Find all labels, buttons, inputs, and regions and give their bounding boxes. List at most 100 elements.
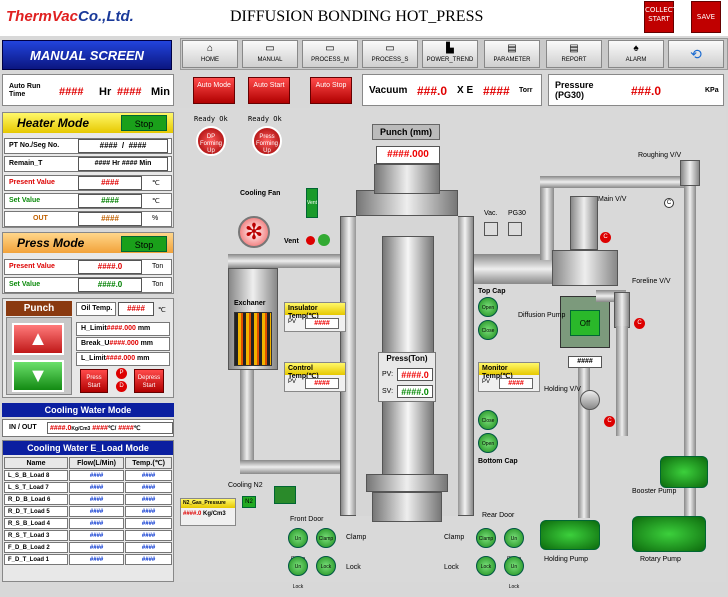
rotary-pump[interactable] bbox=[632, 516, 706, 552]
cooling-n2-label: Cooling N2 bbox=[228, 482, 263, 489]
auto-mode-button[interactable]: Auto Mode bbox=[193, 77, 235, 104]
punch-up-button[interactable]: ▲ bbox=[12, 323, 64, 355]
bottom-cap-open-button[interactable]: Open bbox=[478, 433, 498, 453]
front-unlock-button[interactable]: Un Lock bbox=[288, 556, 308, 590]
vac-gauge bbox=[484, 222, 498, 236]
pv-label: PV: bbox=[382, 371, 394, 378]
front-clamp-button[interactable]: Clamp bbox=[316, 528, 336, 548]
press-start-button[interactable]: Press Start bbox=[80, 369, 108, 393]
top-cap-close-button[interactable]: Close bbox=[478, 320, 498, 340]
punch-rod bbox=[374, 164, 440, 194]
load-name: R_S_B_Load 4 bbox=[4, 518, 68, 529]
table-row: L_S_T_Load 7 #### #### bbox=[4, 482, 172, 493]
pressure-value: ###.0 bbox=[631, 84, 662, 98]
main-vv-status: C bbox=[600, 232, 611, 243]
remain-label: Remain_T bbox=[9, 160, 43, 167]
load-flow-value: #### bbox=[68, 530, 125, 541]
home-icon: ⌂ bbox=[206, 43, 214, 54]
oil-temp-value: #### bbox=[118, 302, 154, 316]
nav-alarm-button[interactable]: ♠ ALARM bbox=[608, 40, 664, 68]
load-flow-value: #### bbox=[68, 494, 125, 505]
io-label: IN / OUT bbox=[9, 424, 37, 431]
lock-label: Lock bbox=[444, 564, 459, 571]
page-title: DIFFUSION BONDING HOT_PRESS bbox=[230, 8, 484, 25]
holding-valve[interactable] bbox=[580, 390, 600, 410]
col-temp: Temp.(℃) bbox=[125, 457, 172, 469]
n2-regulator[interactable] bbox=[274, 486, 296, 504]
cooling-fan[interactable]: ✻ bbox=[238, 216, 270, 248]
out-label: OUT bbox=[33, 215, 48, 222]
depress-start-button[interactable]: Depress Start bbox=[134, 369, 164, 393]
diffusion-value: #### bbox=[568, 356, 602, 368]
press-present-label: Present Value bbox=[9, 263, 55, 270]
front-unclamp-button[interactable]: Un Clamp bbox=[288, 528, 308, 562]
rear-unclamp-button[interactable]: Un Clamp bbox=[504, 528, 524, 562]
nav-refresh-button[interactable]: ⟲ bbox=[668, 40, 724, 68]
diffusion-off-button[interactable]: Off bbox=[570, 310, 600, 336]
foreline-label: Foreline V/V bbox=[632, 278, 671, 285]
auto-start-button[interactable]: Auto Start bbox=[248, 77, 290, 104]
main-valve[interactable] bbox=[570, 196, 598, 250]
press-set-value[interactable]: ####.0 bbox=[78, 278, 142, 292]
press-stop-button[interactable]: Stop bbox=[121, 236, 167, 252]
table-row: R_D_B_Load 6 #### #### bbox=[4, 494, 172, 505]
kpa-unit: KPa bbox=[705, 87, 719, 94]
roughing-valve[interactable] bbox=[680, 160, 700, 186]
control-temp-value: #### bbox=[305, 378, 339, 389]
h-limit-value: ####.000 bbox=[106, 325, 136, 332]
n2-valve[interactable]: N2 bbox=[242, 496, 256, 508]
dp-forming-button[interactable]: DP Forming Up bbox=[196, 126, 226, 156]
heater-present-value: #### bbox=[78, 176, 142, 190]
heater-set-label: Set Value bbox=[9, 197, 41, 204]
table-row: R_S_T_Load 3 #### #### bbox=[4, 530, 172, 541]
holding-pump[interactable] bbox=[540, 520, 600, 550]
screen-title: MANUAL SCREEN bbox=[2, 40, 172, 70]
break-u-value: ####.000 bbox=[109, 340, 139, 347]
bottom-cap-close-button[interactable]: Close bbox=[478, 410, 498, 430]
heater-set-value[interactable]: #### bbox=[78, 194, 142, 208]
collect-start-button[interactable]: COLLECT START bbox=[644, 1, 677, 33]
col-flow: Flow(L/Min) bbox=[68, 457, 125, 469]
monitor-temp-box: Monitor Temp(℃) PV #### bbox=[478, 362, 540, 392]
vent-valve[interactable]: Vent bbox=[306, 188, 318, 218]
refresh-icon: ⟲ bbox=[690, 46, 702, 62]
load-temp-value: #### bbox=[125, 470, 172, 481]
nav-parameter-button[interactable]: ▤ PARAMETER bbox=[484, 40, 540, 68]
punch-down-button[interactable]: ▼ bbox=[12, 360, 64, 392]
foreline-valve[interactable] bbox=[614, 292, 630, 328]
parameter-icon: ▤ bbox=[507, 43, 517, 54]
load-name: L_S_B_Load 8 bbox=[4, 470, 68, 481]
nav-manual-button[interactable]: ▭ MANUAL bbox=[242, 40, 298, 68]
bottom-cap-label: Bottom Cap bbox=[478, 458, 518, 465]
eload-title: Cooling Water E_Load Mode bbox=[3, 441, 173, 455]
rear-lock-button[interactable]: Lock bbox=[476, 556, 496, 576]
save-button[interactable]: SAVE bbox=[691, 1, 721, 33]
rear-unlock-button[interactable]: Un Lock bbox=[504, 556, 524, 590]
nav-report-button[interactable]: ▤ REPORT bbox=[546, 40, 602, 68]
auto-stop-button[interactable]: Auto Stop bbox=[310, 77, 352, 104]
press-present-value: ####.0 bbox=[78, 260, 142, 274]
ready-ok-label: Ready Ok bbox=[194, 115, 228, 123]
nav-power-trend-button[interactable]: ▙ POWER_TREND bbox=[422, 40, 478, 68]
vent-valve-icon[interactable] bbox=[318, 234, 330, 246]
roughing-pipe bbox=[540, 176, 690, 188]
bell-icon: ♠ bbox=[633, 43, 639, 54]
insulator-temp-box: Insulator Temp(℃) PV #### bbox=[284, 302, 346, 332]
load-name: R_D_B_Load 6 bbox=[4, 494, 68, 505]
n2-gas-panel: N2_Gas_Pressure ####.0 Kg/Cm3 bbox=[180, 498, 236, 526]
process-icon: ▭ bbox=[385, 43, 395, 54]
press-forming-button[interactable]: Press Forming Up bbox=[252, 126, 282, 156]
vacuum-label: Vacuum bbox=[369, 85, 408, 96]
nav-process-m-button[interactable]: ▭ PROCESS_M bbox=[302, 40, 358, 68]
pt-seg-label: PT No./Seg No. bbox=[9, 142, 60, 149]
heater-stop-button[interactable]: Stop bbox=[121, 115, 167, 131]
rear-clamp-button[interactable]: Clamp bbox=[476, 528, 496, 548]
top-cap-open-button[interactable]: Open bbox=[478, 297, 498, 317]
nav-process-s-button[interactable]: ▭ PROCESS_S bbox=[362, 40, 418, 68]
press-sv-value: ####.0 bbox=[397, 385, 433, 398]
nav-home-button[interactable]: ⌂ HOME bbox=[182, 40, 238, 68]
front-lock-button[interactable]: Lock bbox=[316, 556, 336, 576]
main-vv-label: Main V/V bbox=[598, 196, 627, 203]
diffusion-label: Diffusion Pump bbox=[518, 312, 566, 319]
booster-pump[interactable] bbox=[660, 456, 708, 488]
